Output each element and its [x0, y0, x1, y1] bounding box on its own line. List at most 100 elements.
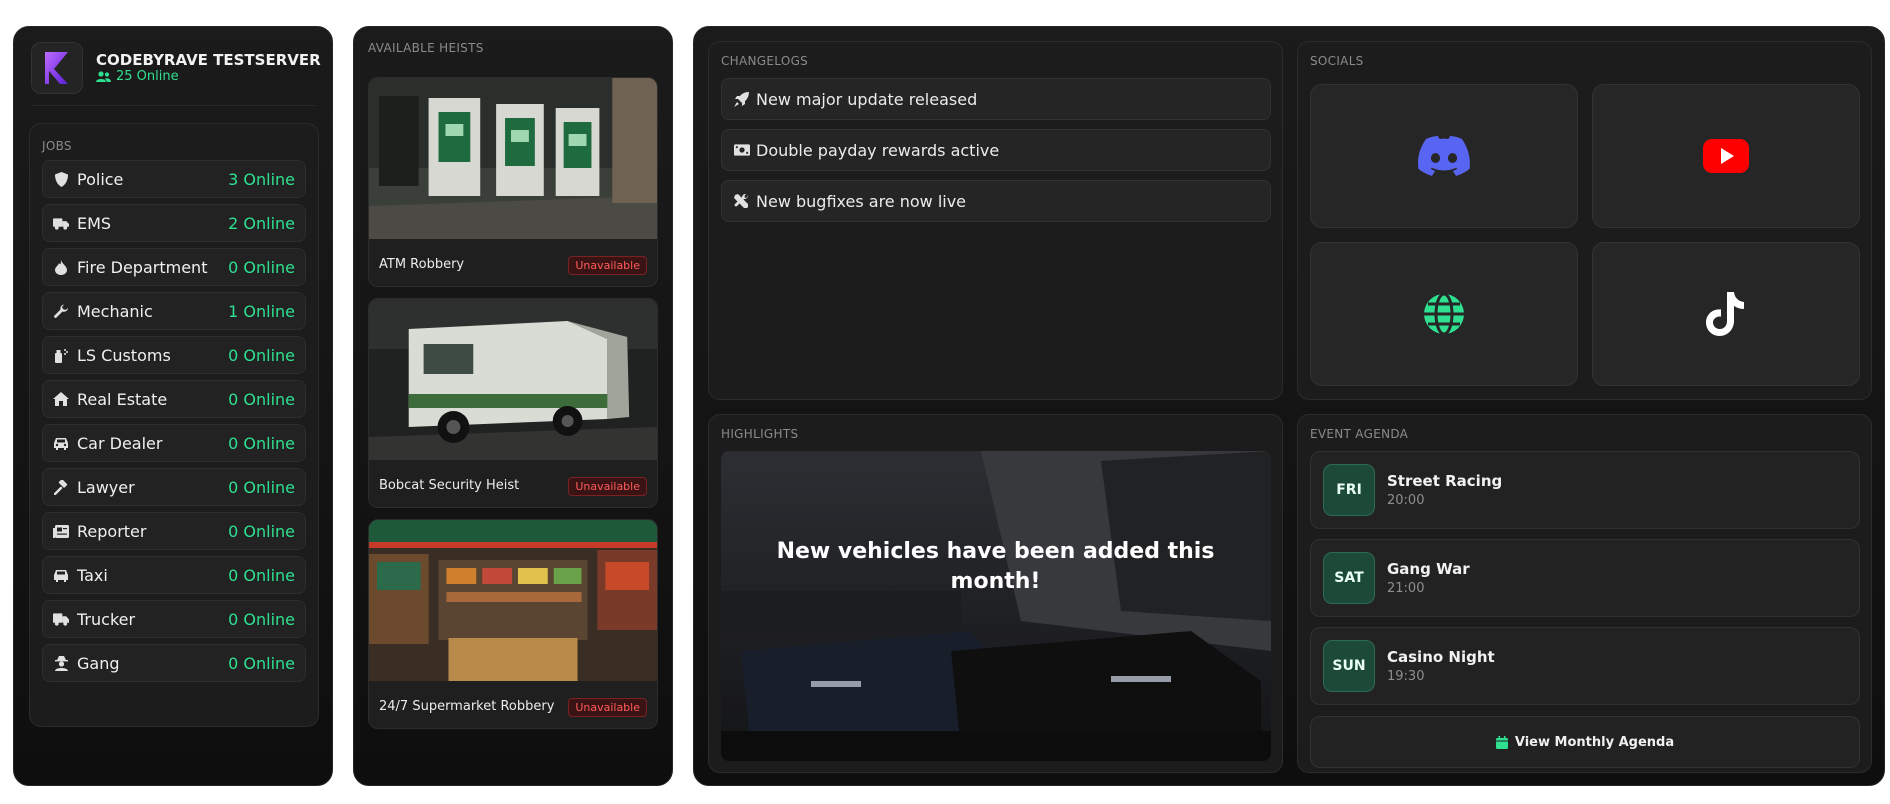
shield-icon	[53, 171, 69, 187]
heist-card-atm[interactable]: ATM Robbery Unavailable	[368, 77, 658, 287]
changelog-item[interactable]: Double payday rewards active	[721, 129, 1271, 171]
job-name: Trucker	[77, 609, 136, 629]
calendar-icon	[1495, 735, 1508, 749]
socials-section: SOCIALS	[1297, 41, 1872, 400]
heist-image-atm	[369, 78, 657, 239]
event-time: 21:00	[1387, 581, 1425, 596]
changelogs-section: CHANGELOGS New major update released Dou…	[708, 41, 1283, 400]
job-row-police[interactable]: Police 3 Online	[42, 160, 306, 198]
server-name: CODEBYRAVE TESTSERVER	[96, 51, 321, 69]
event-day-badge: SAT	[1323, 552, 1375, 604]
wrench-icon	[53, 303, 69, 319]
socials-title: SOCIALS	[1310, 54, 1364, 68]
job-online-count: 0 Online	[228, 477, 295, 497]
heists-title: AVAILABLE HEISTS	[368, 41, 484, 55]
heist-status-badge: Unavailable	[568, 698, 647, 717]
job-row-gang[interactable]: Gang 0 Online	[42, 644, 306, 682]
house-icon	[53, 391, 69, 407]
job-online-count: 2 Online	[228, 213, 295, 233]
divider	[31, 105, 315, 106]
heist-card-supermarket[interactable]: 24/7 Supermarket Robbery Unavailable	[368, 519, 658, 729]
event-name: Gang War	[1387, 560, 1470, 578]
changelog-item[interactable]: New major update released	[721, 78, 1271, 120]
ambulance-icon	[53, 215, 69, 231]
newspaper-icon	[53, 523, 69, 539]
event-item[interactable]: FRI Street Racing 20:00	[1310, 451, 1860, 529]
job-row-ems[interactable]: EMS 2 Online	[42, 204, 306, 242]
user-secret-icon	[53, 655, 69, 671]
job-online-count: 0 Online	[228, 565, 295, 585]
job-row-ls-customs[interactable]: LS Customs 0 Online	[42, 336, 306, 374]
job-name: Car Dealer	[77, 433, 163, 453]
job-name: Fire Department	[77, 257, 208, 277]
view-monthly-agenda-label: View Monthly Agenda	[1514, 734, 1675, 750]
view-monthly-agenda-button[interactable]: View Monthly Agenda	[1310, 716, 1860, 768]
job-name: Mechanic	[77, 301, 153, 321]
jobs-title: JOBS	[42, 139, 72, 153]
job-row-mechanic[interactable]: Mechanic 1 Online	[42, 292, 306, 330]
taxi-icon	[53, 567, 69, 583]
users-icon	[96, 70, 111, 82]
youtube-icon	[1703, 139, 1749, 173]
heists-panel: AVAILABLE HEISTS ATM Robbery Unavailable	[353, 26, 673, 786]
job-name: Lawyer	[77, 477, 135, 497]
heist-name: Bobcat Security Heist	[379, 478, 520, 493]
job-name: Reporter	[77, 521, 147, 541]
job-row-lawyer[interactable]: Lawyer 0 Online	[42, 468, 306, 506]
event-item[interactable]: SAT Gang War 21:00	[1310, 539, 1860, 617]
heist-status-badge: Unavailable	[568, 256, 647, 275]
job-row-reporter[interactable]: Reporter 0 Online	[42, 512, 306, 550]
heist-image-supermarket	[369, 520, 657, 681]
tools-icon	[734, 193, 750, 209]
job-online-count: 0 Online	[228, 609, 295, 629]
job-online-count: 0 Online	[228, 433, 295, 453]
changelogs-title: CHANGELOGS	[721, 54, 809, 68]
truck-icon	[53, 611, 69, 627]
job-row-taxi[interactable]: Taxi 0 Online	[42, 556, 306, 594]
event-name: Street Racing	[1387, 472, 1503, 490]
fire-icon	[53, 259, 69, 275]
rave-logo-icon	[45, 52, 68, 84]
server-online-label: 25 Online	[116, 69, 179, 84]
job-row-real-estate[interactable]: Real Estate 0 Online	[42, 380, 306, 418]
heist-status-badge: Unavailable	[568, 477, 647, 496]
job-row-fire-department[interactable]: Fire Department 0 Online	[42, 248, 306, 286]
event-day-badge: FRI	[1323, 464, 1375, 516]
social-discord-button[interactable]	[1310, 84, 1578, 228]
discord-icon	[1418, 136, 1470, 176]
event-day-badge: SUN	[1323, 640, 1375, 692]
job-name: EMS	[77, 213, 112, 233]
changelog-text: New major update released	[756, 89, 978, 109]
social-tiktok-button[interactable]	[1592, 242, 1860, 386]
job-online-count: 0 Online	[228, 345, 295, 365]
job-online-count: 0 Online	[228, 653, 295, 673]
changelog-text: Double payday rewards active	[756, 140, 1000, 160]
job-online-count: 0 Online	[228, 521, 295, 541]
job-online-count: 0 Online	[228, 257, 295, 277]
highlights-title: HIGHLIGHTS	[721, 427, 799, 441]
job-row-car-dealer[interactable]: Car Dealer 0 Online	[42, 424, 306, 462]
vehicles-image	[721, 451, 1271, 761]
job-name: Real Estate	[77, 389, 168, 409]
job-online-count: 3 Online	[228, 169, 295, 189]
heist-name: ATM Robbery	[379, 257, 465, 272]
event-agenda-section: EVENT AGENDA FRI Street Racing 20:00 SAT…	[1297, 414, 1872, 773]
changelog-item[interactable]: New bugfixes are now live	[721, 180, 1271, 222]
server-online-count: 25 Online	[96, 69, 179, 84]
highlights-section: HIGHLIGHTS New vehicles have been added …	[708, 414, 1283, 773]
highlight-text: New vehicles have been added this month!	[776, 539, 1215, 594]
social-website-button[interactable]	[1310, 242, 1578, 386]
jobs-section: JOBS Police 3 Online EMS 2 Online Fire D…	[29, 123, 319, 727]
job-row-trucker[interactable]: Trucker 0 Online	[42, 600, 306, 638]
rocket-icon	[734, 91, 750, 107]
server-logo	[31, 42, 83, 94]
highlight-image[interactable]	[721, 451, 1271, 761]
job-online-count: 1 Online	[228, 301, 295, 321]
event-item[interactable]: SUN Casino Night 19:30	[1310, 627, 1860, 705]
tiktok-icon	[1706, 292, 1744, 336]
heist-name: 24/7 Supermarket Robbery	[379, 699, 555, 714]
event-time: 19:30	[1387, 669, 1425, 684]
heist-card-bobcat[interactable]: Bobcat Security Heist Unavailable	[368, 298, 658, 508]
globe-icon	[1424, 292, 1464, 336]
social-youtube-button[interactable]	[1592, 84, 1860, 228]
